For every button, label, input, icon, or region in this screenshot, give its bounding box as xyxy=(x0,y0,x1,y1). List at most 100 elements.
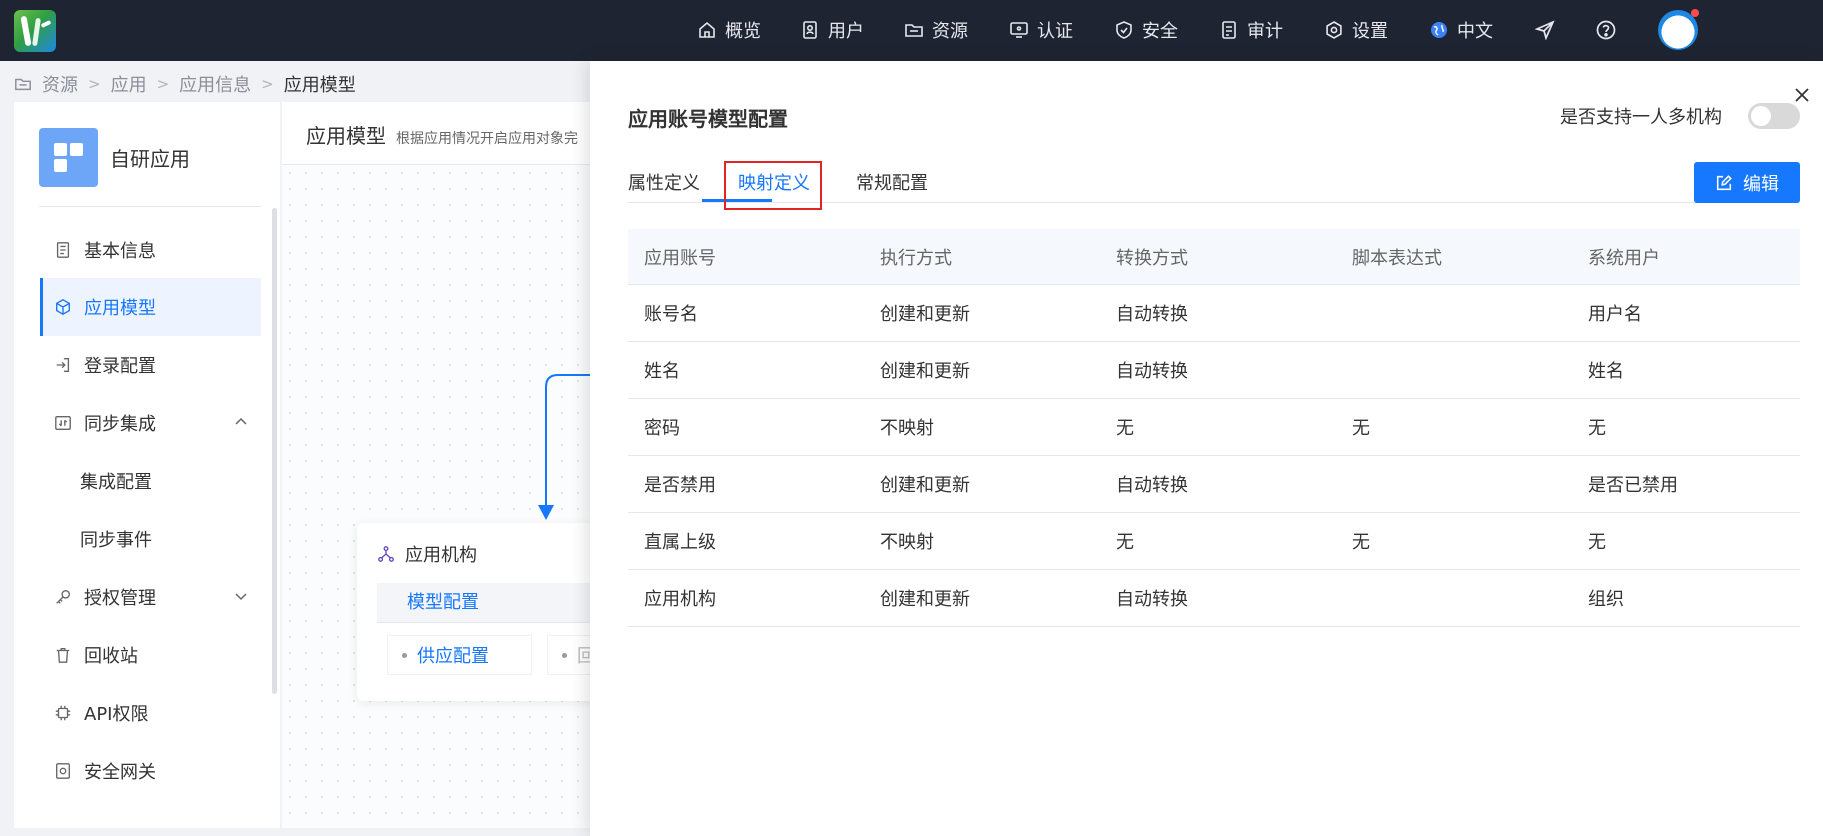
table-cell: 密码 xyxy=(644,418,680,439)
nav-label: 设置 xyxy=(1352,21,1388,42)
org-tree-icon xyxy=(378,546,394,562)
sidebar-item-api-permission[interactable]: API权限 xyxy=(40,684,261,742)
nav-item-auth[interactable]: 认证 xyxy=(1009,18,1073,42)
column-header: 转换方式 xyxy=(1116,247,1188,269)
table-cell: 直属上级 xyxy=(644,532,716,553)
monitor-icon xyxy=(1010,22,1028,38)
home-icon xyxy=(699,21,715,38)
org-model-node[interactable]: 应用机构 模型配置 供应配置 回 xyxy=(357,523,592,701)
table-cell xyxy=(1336,285,1572,341)
nav-item-users[interactable]: 用户 xyxy=(800,18,864,42)
document-icon xyxy=(56,242,70,258)
table-cell: 创建和更新 xyxy=(880,361,970,382)
table-cell: 自动转换 xyxy=(1116,475,1188,496)
nav-label: 审计 xyxy=(1247,21,1283,42)
folder-icon xyxy=(905,24,923,37)
table-cell: 无 xyxy=(1588,532,1606,553)
supply-config-chip[interactable]: 供应配置 xyxy=(387,635,532,675)
multi-org-toggle[interactable] xyxy=(1748,103,1800,129)
table-row: 账号名 创建和更新 自动转换 用户名 xyxy=(628,285,1800,342)
bullet-dot xyxy=(562,652,567,658)
table-cell xyxy=(1336,342,1572,398)
close-icon[interactable] xyxy=(1792,85,1812,105)
table-cell: 无 xyxy=(1116,418,1134,439)
breadcrumb-separator: > xyxy=(88,75,101,93)
bullet-dot xyxy=(402,652,407,658)
sidebar-item-authorization[interactable]: 授权管理 xyxy=(40,568,261,626)
divider xyxy=(39,206,261,207)
trash-icon xyxy=(56,648,70,663)
table-cell: 无 xyxy=(1588,418,1606,439)
settings-icon xyxy=(1326,21,1342,39)
sidebar-item-recycle-bin[interactable]: 回收站 xyxy=(40,626,261,684)
node-title-text: 应用机构 xyxy=(405,545,477,566)
app-grid-icon xyxy=(39,128,98,187)
sync-icon xyxy=(55,416,71,430)
canvas-title: 应用模型 xyxy=(306,124,386,148)
table-cell: 姓名 xyxy=(644,361,680,382)
sidebar-item-login-config[interactable]: 登录配置 xyxy=(40,336,261,394)
model-canvas-panel: 应用模型 根据应用情况开启应用对象完 应用机构 模型配置 供应配置 回 xyxy=(282,102,592,828)
node-tab-model-config[interactable]: 模型配置 xyxy=(377,583,592,623)
shield-icon xyxy=(1116,21,1132,39)
sidebar-item-sync-events[interactable]: 同步事件 xyxy=(40,510,261,568)
column-header: 系统用户 xyxy=(1588,247,1660,269)
tab-general-config[interactable]: 常规配置 xyxy=(856,169,928,195)
send-button[interactable] xyxy=(1535,18,1555,42)
sidebar-item-label: 基本信息 xyxy=(84,241,156,262)
nav-item-security[interactable]: 安全 xyxy=(1114,18,1178,42)
multi-org-toggle-label: 是否支持一人多机构 xyxy=(1560,107,1722,128)
tab-attribute-definition[interactable]: 属性定义 xyxy=(628,169,700,195)
sidebar-item-app-model[interactable]: 应用模型 xyxy=(40,278,261,336)
breadcrumb-separator: > xyxy=(156,75,170,93)
notification-dot xyxy=(1691,9,1699,17)
nav-item-overview[interactable]: 概览 xyxy=(697,18,761,42)
nav-label: 资源 xyxy=(932,21,968,42)
sidebar-item-sync[interactable]: 同步集成 xyxy=(40,394,261,452)
breadcrumb-item[interactable]: 资源 xyxy=(42,71,78,97)
breadcrumb-item[interactable]: 应用 xyxy=(111,71,147,97)
sidebar-scrollbar[interactable] xyxy=(272,208,277,694)
table-cell: 无 xyxy=(1352,532,1370,553)
nav-label: 中文 xyxy=(1457,21,1493,42)
app-logo[interactable] xyxy=(14,10,56,52)
table-cell: 不映射 xyxy=(880,418,934,439)
table-cell: 无 xyxy=(1116,532,1134,553)
sidebar-item-label: 应用模型 xyxy=(84,298,156,319)
sidebar-item-basic-info[interactable]: 基本信息 xyxy=(40,221,261,279)
help-button[interactable] xyxy=(1596,18,1616,42)
sidebar-item-integration-config[interactable]: 集成配置 xyxy=(40,452,261,510)
breadcrumb-current: 应用模型 xyxy=(283,75,356,96)
table-row: 直属上级 不映射 无 无 无 xyxy=(628,513,1800,570)
table-row: 应用机构 创建和更新 自动转换 组织 xyxy=(628,570,1800,627)
user-icon xyxy=(803,21,817,39)
edit-button-label: 编辑 xyxy=(1743,173,1779,195)
table-row: 是否禁用 创建和更新 自动转换 是否已禁用 xyxy=(628,456,1800,513)
column-header: 脚本表达式 xyxy=(1352,247,1442,269)
table-cell: 自动转换 xyxy=(1116,589,1188,610)
send-icon xyxy=(1535,20,1555,40)
table-header: 应用账号 执行方式 转换方式 脚本表达式 系统用户 xyxy=(628,229,1800,285)
flow-connector xyxy=(538,374,592,520)
nav-label: 用户 xyxy=(828,21,864,42)
nav-item-resources[interactable]: 资源 xyxy=(904,18,968,42)
app-header: 自研应用 xyxy=(39,128,190,187)
sidebar-item-label: 回收站 xyxy=(84,646,138,667)
sidebar-item-security-gateway[interactable]: 安全网关 xyxy=(40,742,261,800)
breadcrumb-item[interactable]: 应用信息 xyxy=(179,71,251,97)
sidebar-item-label: 登录配置 xyxy=(84,356,156,377)
chip-label: 供应配置 xyxy=(417,646,489,667)
canvas-header: 应用模型 根据应用情况开启应用对象完 xyxy=(306,120,578,149)
cube-icon xyxy=(56,299,70,315)
breadcrumb: 资源 > 应用 > 应用信息 > 应用模型 xyxy=(14,71,356,97)
nav-item-language[interactable]: 中文 xyxy=(1429,18,1493,42)
nav-item-settings[interactable]: 设置 xyxy=(1324,18,1388,42)
edit-button[interactable]: 编辑 xyxy=(1694,162,1800,203)
table-cell: 创建和更新 xyxy=(880,304,970,325)
nav-item-audit[interactable]: 审计 xyxy=(1219,18,1283,42)
secondary-chip[interactable]: 回 xyxy=(547,635,592,675)
login-icon xyxy=(56,358,70,372)
flow-canvas[interactable]: 应用机构 模型配置 供应配置 回 xyxy=(282,164,592,828)
table-cell xyxy=(1336,456,1572,512)
top-nav-bar: 概览 用户 资源 认证 安全 审计 设置 中文 xyxy=(0,0,1823,61)
